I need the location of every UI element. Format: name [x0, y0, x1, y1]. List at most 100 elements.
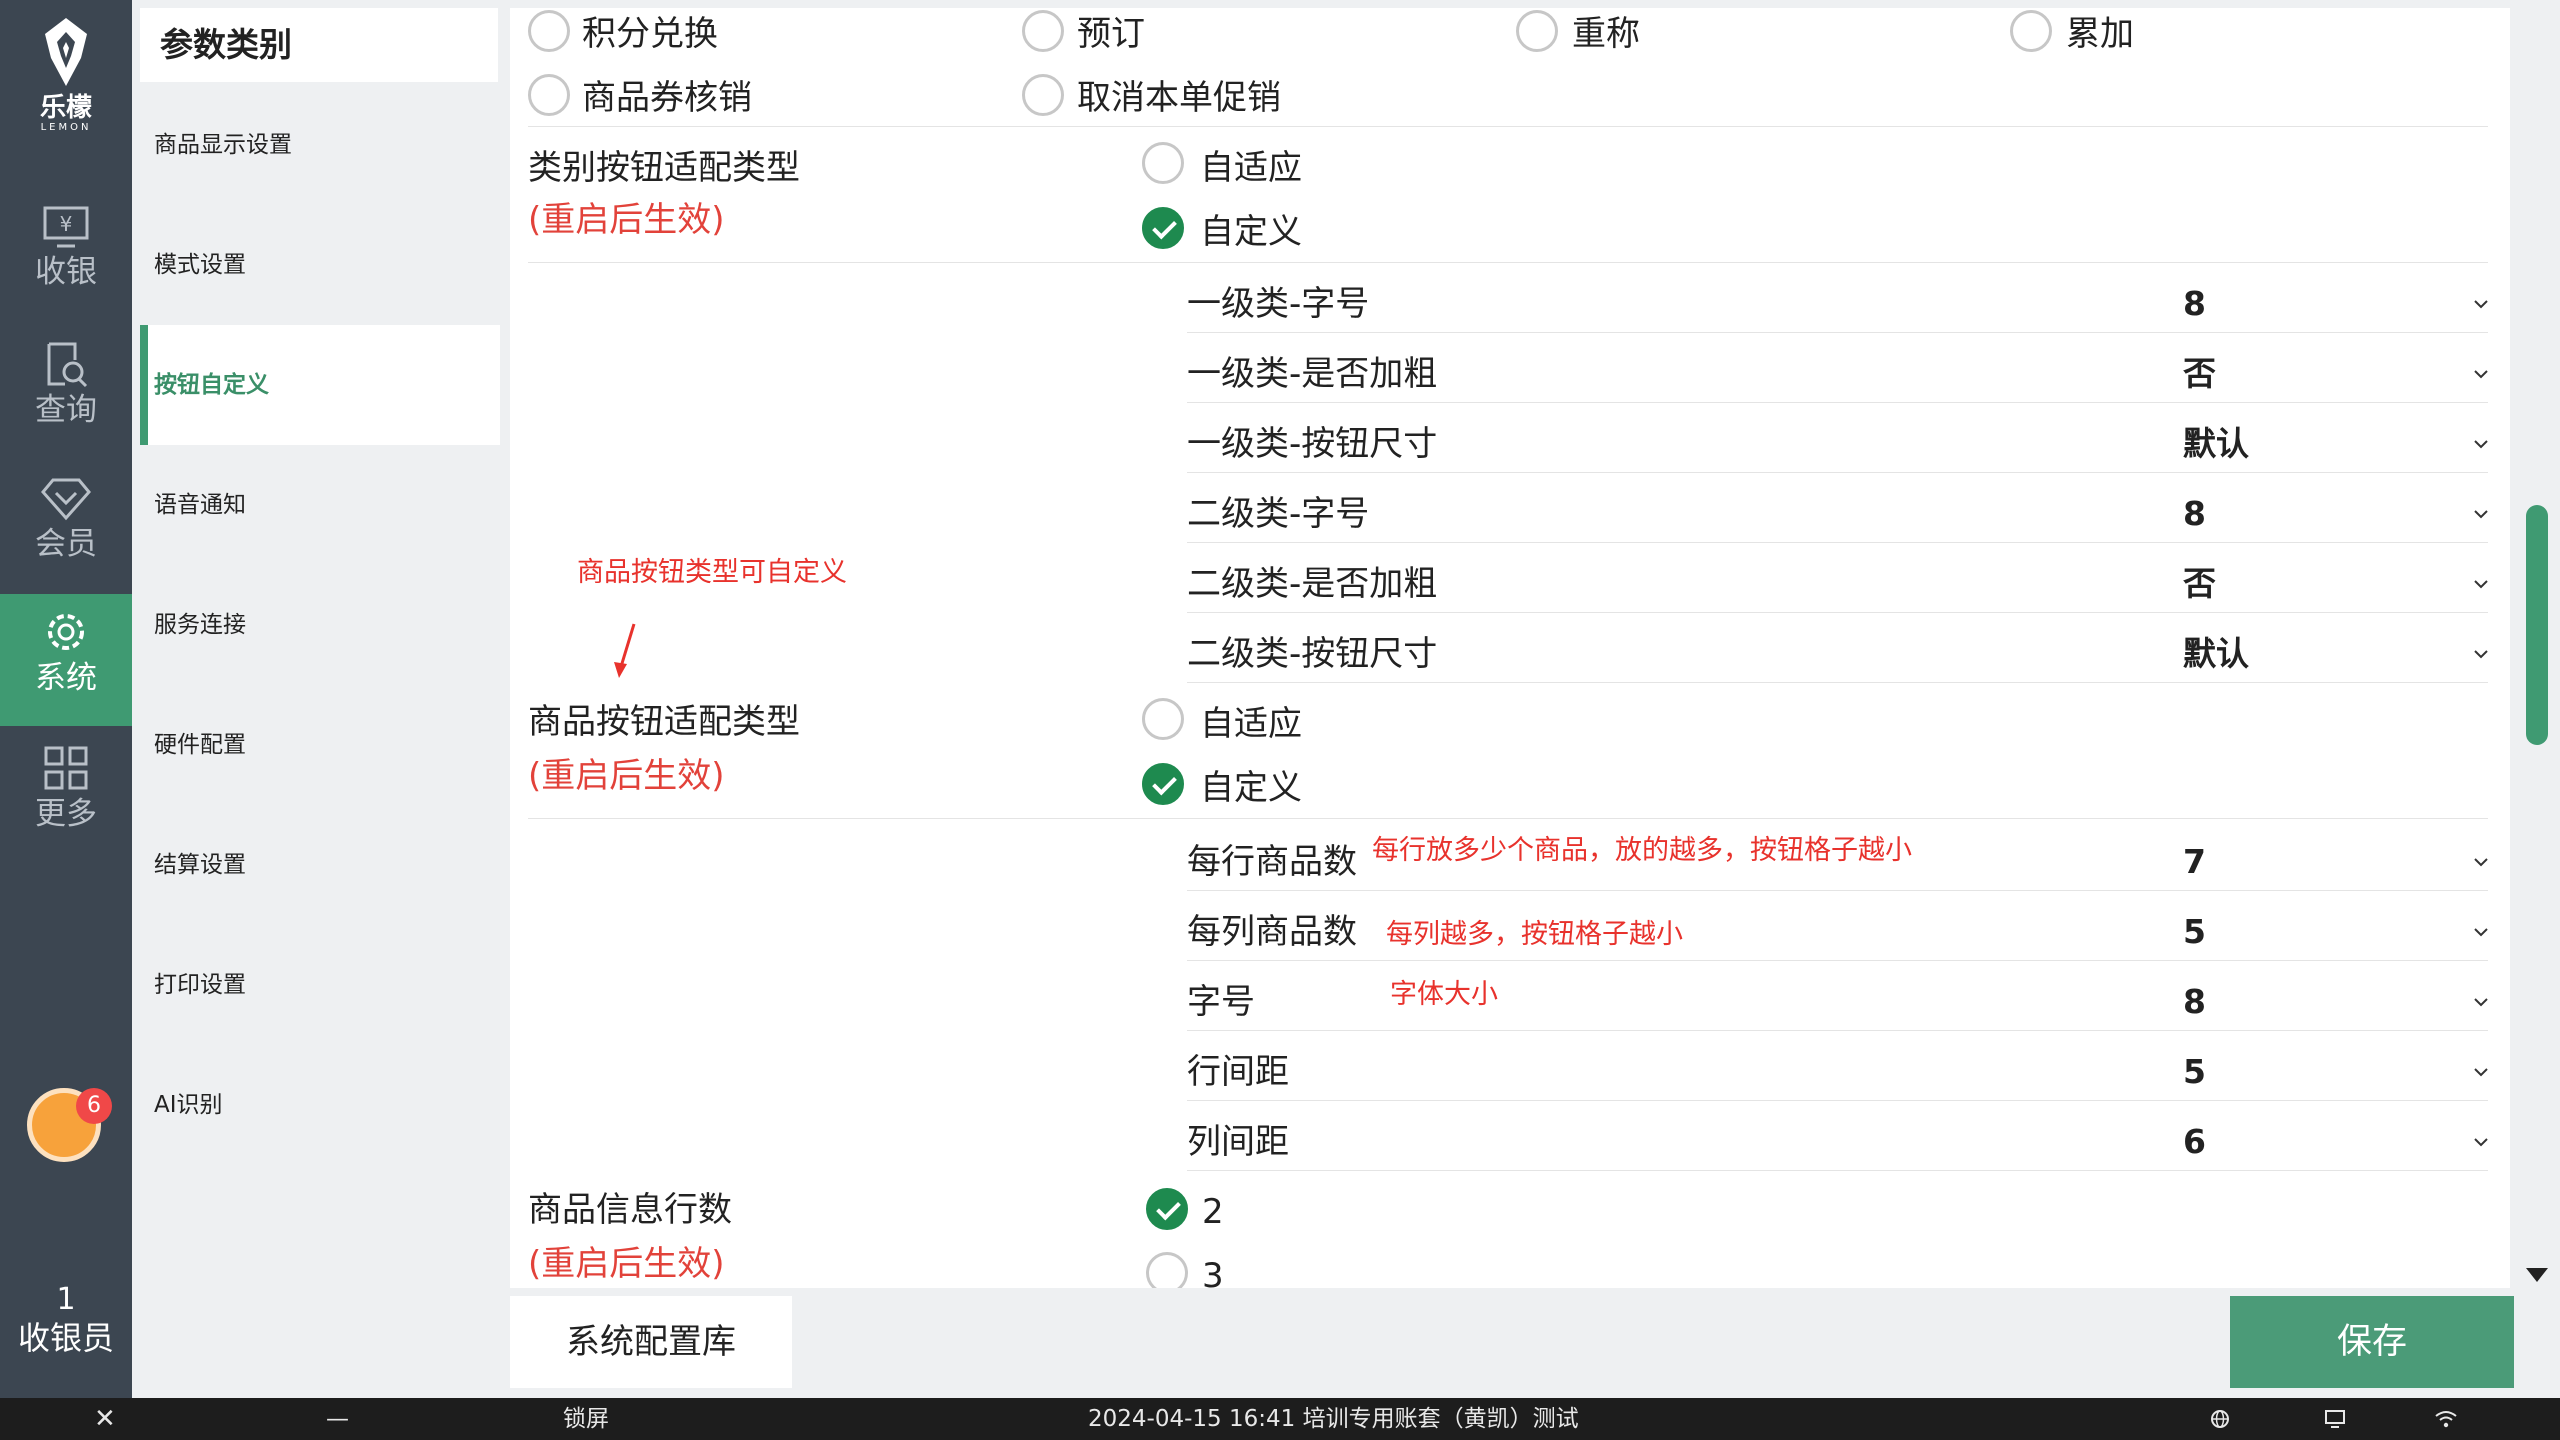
restart-note: (重启后生效)	[528, 200, 725, 240]
radio-category-custom[interactable]	[1142, 207, 1184, 249]
option-label: 自适应	[1200, 704, 1302, 744]
radio-cancel-promotion[interactable]	[1022, 74, 1064, 116]
category-header: 参数类别	[140, 8, 498, 82]
nav-label: 收银	[35, 254, 97, 290]
nav-label: 更多	[35, 796, 97, 832]
option-label: 3	[1202, 1256, 1224, 1288]
setting-value[interactable]: 6	[2183, 1120, 2206, 1164]
option-label: 积分兑换	[582, 14, 718, 54]
lock-screen-button[interactable]: 锁屏	[563, 1398, 609, 1440]
status-text: 2024-04-15 16:41 培训专用账套（黄凯）测试	[1088, 1406, 1579, 1432]
radio-product-auto[interactable]	[1142, 698, 1184, 740]
monitor-icon[interactable]	[2324, 1409, 2346, 1429]
divider	[1187, 612, 2488, 613]
category-item[interactable]: AI识别	[140, 1045, 500, 1165]
option-label: 商品券核销	[582, 78, 752, 118]
setting-value[interactable]: 8	[2183, 492, 2206, 536]
lemon-logo-icon	[45, 18, 87, 86]
globe-icon[interactable]	[2210, 1409, 2230, 1429]
config-library-button[interactable]: 系统配置库	[510, 1296, 792, 1388]
chevron-down-icon[interactable]	[2473, 506, 2489, 522]
chevron-down-icon[interactable]	[2473, 1134, 2489, 1150]
setting-value[interactable]: 5	[2183, 1050, 2206, 1094]
radio-accumulate[interactable]	[2010, 10, 2052, 52]
category-item[interactable]: 打印设置	[140, 925, 500, 1045]
setting-label: 行间距	[1187, 1052, 1289, 1092]
nav-item-system[interactable]: 系统	[0, 594, 132, 726]
category-item[interactable]: 硬件配置	[140, 685, 500, 805]
setting-value[interactable]: 否	[2183, 562, 2216, 606]
product-button-title: 商品按钮适配类型	[528, 702, 800, 742]
chevron-down-icon[interactable]	[2473, 646, 2489, 662]
setting-value[interactable]: 默认	[2183, 632, 2249, 676]
nav-label: 查询	[35, 392, 97, 428]
chevron-down-icon[interactable]	[2473, 1064, 2489, 1080]
chevron-down-icon[interactable]	[2473, 994, 2489, 1010]
minimize-icon[interactable]: —	[326, 1398, 349, 1440]
divider	[528, 126, 2488, 127]
chevron-down-icon[interactable]	[2473, 296, 2489, 312]
setting-value[interactable]: 否	[2183, 352, 2216, 396]
notification-badge: 6	[76, 1088, 112, 1124]
setting-value[interactable]: 8	[2183, 980, 2206, 1024]
divider	[1187, 1100, 2488, 1101]
close-icon[interactable]: ✕	[94, 1398, 116, 1440]
chevron-down-icon[interactable]	[2473, 366, 2489, 382]
divider	[1187, 332, 2488, 333]
divider	[1187, 682, 2488, 683]
setting-value[interactable]: 8	[2183, 282, 2206, 326]
scrollbar-thumb[interactable]	[2526, 505, 2548, 745]
category-item[interactable]: 语音通知	[140, 445, 500, 565]
category-item[interactable]: 服务连接	[140, 565, 500, 685]
product-info-title: 商品信息行数	[528, 1190, 732, 1230]
save-button[interactable]: 保存	[2230, 1296, 2514, 1388]
annotation-custom-type: 商品按钮类型可自定义	[577, 557, 847, 588]
chevron-down-icon[interactable]	[2473, 576, 2489, 592]
user-role: 收银员	[17, 1319, 114, 1357]
taskbar: ✕ — 锁屏 2024-04-15 16:41 培训专用账套（黄凯）测试	[0, 1398, 2560, 1440]
setting-value[interactable]: 7	[2183, 840, 2206, 884]
brand-logo: 乐檬 LEMON	[0, 16, 132, 146]
setting-label: 一级类-字号	[1187, 284, 1370, 324]
restart-note: (重启后生效)	[528, 756, 725, 796]
scroll-down-arrow-icon[interactable]	[2526, 1268, 2548, 1282]
wifi-icon[interactable]	[2434, 1408, 2458, 1430]
setting-value[interactable]: 默认	[2183, 422, 2249, 466]
radio-coupon-verify[interactable]	[528, 74, 570, 116]
nav-item-member[interactable]: 会员	[0, 462, 132, 594]
setting-label: 每行商品数	[1187, 842, 1357, 882]
radio-info-lines-3[interactable]	[1146, 1252, 1188, 1288]
category-item[interactable]: 模式设置	[140, 205, 500, 325]
nav-item-cashier[interactable]: ¥ 收银	[0, 190, 132, 322]
category-item-active[interactable]: 按钮自定义	[140, 325, 500, 445]
nav-label: 会员	[35, 526, 97, 562]
user-number: 1	[56, 1282, 76, 1317]
current-user[interactable]: 1 收银员	[0, 1282, 132, 1358]
svg-text:¥: ¥	[60, 212, 73, 236]
radio-points-exchange[interactable]	[528, 10, 570, 52]
radio-reservation[interactable]	[1022, 10, 1064, 52]
divider	[1187, 1030, 2488, 1031]
divider	[528, 818, 2488, 819]
option-label: 累加	[2066, 14, 2134, 54]
option-label: 预订	[1077, 14, 1145, 54]
nav-label: 系统	[35, 660, 97, 696]
chevron-down-icon[interactable]	[2473, 854, 2489, 870]
category-item[interactable]: 结算设置	[140, 805, 500, 925]
chevron-down-icon[interactable]	[2473, 436, 2489, 452]
radio-category-auto[interactable]	[1142, 142, 1184, 184]
radio-reweigh[interactable]	[1516, 10, 1558, 52]
setting-value[interactable]: 5	[2183, 910, 2206, 954]
setting-label: 二级类-按钮尺寸	[1187, 634, 1438, 674]
nav-item-more[interactable]: 更多	[0, 730, 132, 862]
radio-product-custom[interactable]	[1142, 763, 1184, 805]
radio-info-lines-2[interactable]	[1146, 1188, 1188, 1230]
category-item[interactable]: 商品显示设置	[140, 85, 500, 205]
setting-label: 字号	[1187, 982, 1255, 1022]
annotation-font-size: 字体大小	[1390, 979, 1498, 1010]
chevron-down-icon[interactable]	[2473, 924, 2489, 940]
divider	[1187, 1170, 2488, 1171]
annotation-per-row: 每行放多少个商品，放的越多，按钮格子越小	[1372, 835, 1912, 866]
divider	[1187, 472, 2488, 473]
nav-item-query[interactable]: 查询	[0, 326, 132, 458]
